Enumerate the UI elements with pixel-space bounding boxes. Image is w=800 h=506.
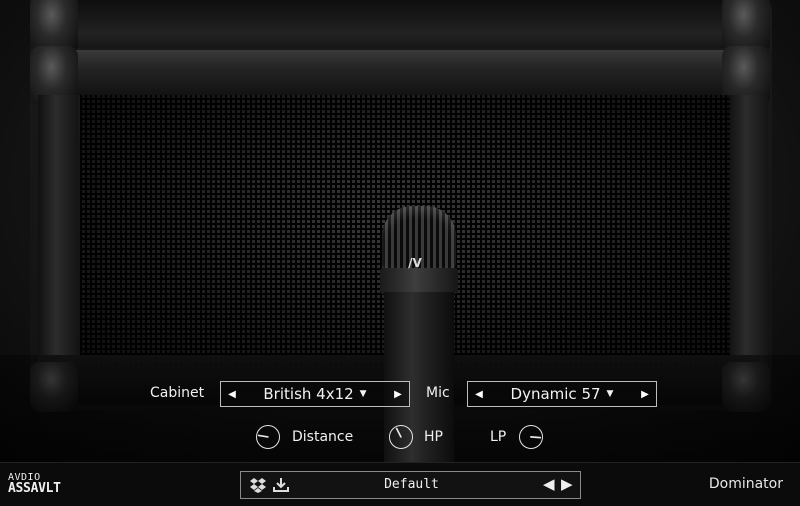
cabinet-top-strip (38, 0, 760, 48)
footer-bar: AVDIO ASSAVLT Default ◀ ▶ Dominator (0, 462, 800, 506)
lp-label: LP (490, 429, 507, 445)
prev-preset-icon[interactable]: ◀ (543, 475, 555, 493)
distance-label: Distance (292, 429, 354, 445)
mic-selector[interactable]: ◀ Dynamic 57 ▼ ▶ (467, 381, 657, 407)
mic-label: Mic (426, 385, 450, 401)
microphone[interactable]: /V (378, 206, 460, 462)
knob-indicator (395, 427, 402, 438)
cabinet-dropdown[interactable]: British 4x12 ▼ (263, 385, 366, 403)
lp-knob[interactable] (519, 425, 543, 449)
cabinet-prev-button[interactable]: ◀ (221, 389, 243, 400)
cabinet-next-button[interactable]: ▶ (387, 389, 409, 400)
cabinet-view: /V Cabinet ◀ British 4x12 ▼ ▶ Mic ◀ Dyna… (0, 0, 800, 462)
caret-down-icon: ▼ (606, 389, 614, 399)
cabinet-selector[interactable]: ◀ British 4x12 ▼ ▶ (220, 381, 410, 407)
caret-down-icon: ▼ (359, 389, 367, 399)
microphone-neck (380, 268, 458, 294)
distance-knob[interactable] (256, 425, 280, 449)
cabinet-label: Cabinet (150, 385, 205, 401)
cabinet-top-rail (38, 50, 760, 95)
product-name: Dominator (708, 476, 783, 492)
hp-knob[interactable] (389, 425, 413, 449)
knob-indicator (257, 434, 269, 438)
hp-label: HP (424, 429, 443, 445)
mic-dropdown[interactable]: Dynamic 57 ▼ (511, 385, 614, 403)
mic-prev-button[interactable]: ◀ (468, 389, 490, 400)
cabinet-value: British 4x12 (263, 385, 354, 403)
cabinet-side-right (728, 95, 768, 365)
mic-value: Dynamic 57 (510, 385, 601, 403)
preset-name[interactable]: Default (241, 472, 582, 498)
next-preset-icon[interactable]: ▶ (561, 475, 573, 493)
preset-bar[interactable]: Default ◀ ▶ (240, 471, 581, 499)
cabinet-side-left (38, 95, 78, 365)
mic-next-button[interactable]: ▶ (634, 389, 656, 400)
audio-assault-logo: AVDIO ASSAVLT (8, 472, 61, 496)
knob-indicator (530, 436, 542, 439)
microphone-logo: /V (408, 256, 422, 270)
